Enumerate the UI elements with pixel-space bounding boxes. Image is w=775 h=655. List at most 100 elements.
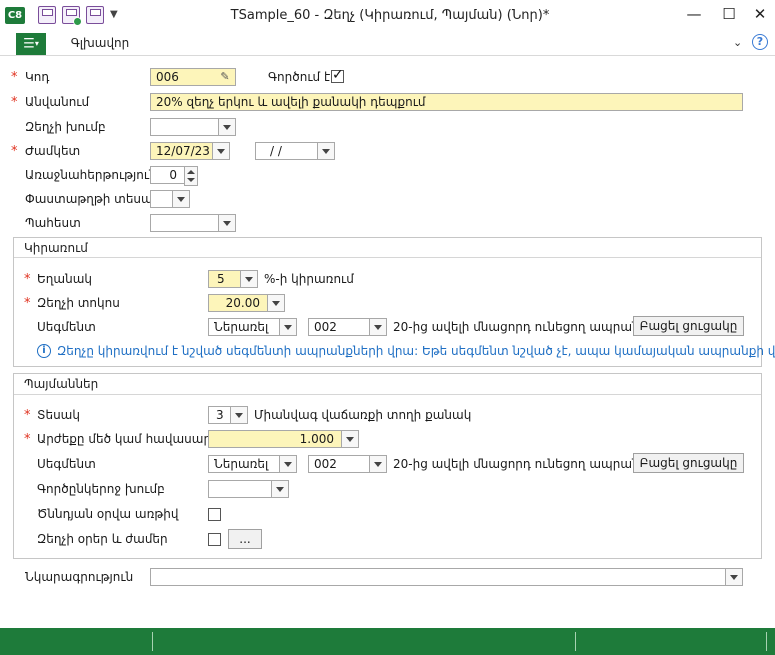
apply-segment-description: 20-ից ավելի մնացորդ ունեցող ապրանքներ <box>393 320 671 334</box>
condition-segment-mode-select[interactable]: Ներառել <box>208 455 297 473</box>
save-and-new-icon[interactable] <box>62 6 82 26</box>
apply-open-list-button[interactable]: Բացել ցուցակը <box>633 316 744 336</box>
status-divider <box>575 632 576 651</box>
partner-group-label: Գործընկերոջ խումբ <box>37 482 165 496</box>
discount-days-checkbox[interactable] <box>208 533 221 546</box>
apply-segment-mode-value: Ներառել <box>214 320 269 334</box>
condition-value-field[interactable]: 1.000 <box>208 430 359 448</box>
active-checkbox[interactable] <box>331 67 344 83</box>
condition-type-value: 3 <box>216 408 224 422</box>
calendar-dropdown-icon[interactable] <box>212 142 230 160</box>
description-label: Նկարագրություն <box>25 570 134 584</box>
condition-segment-code-select[interactable]: 002 <box>308 455 387 473</box>
birthday-checkbox[interactable] <box>208 508 221 521</box>
name-field[interactable]: 20% զեղչ երկու և ավելի քանակի դեպքում <box>150 93 743 111</box>
priority-label: Առաջնահերթություն <box>25 168 157 182</box>
status-bar <box>0 628 775 655</box>
discount-group-select[interactable] <box>150 118 236 136</box>
save-icon[interactable] <box>38 6 56 24</box>
warehouse-label: Պահեստ <box>25 216 81 230</box>
conditions-group-title: Պայմաններ <box>24 377 99 391</box>
apply-group-title: Կիրառում <box>24 241 88 255</box>
date-to-value: / / <box>270 144 282 158</box>
condition-value-value: 1.000 <box>299 432 334 446</box>
condition-segment-label: Սեգմենտ <box>37 457 96 471</box>
condition-type-label: Տեսակ <box>37 408 80 422</box>
tab-main[interactable]: Գլխավոր <box>60 36 140 50</box>
discount-rate-field[interactable]: 20.00 <box>208 294 285 312</box>
condition-segment-code-value: 002 <box>314 457 337 471</box>
discount-rate-label: Զեղչի տոկոս <box>37 296 120 310</box>
method-value: 5 <box>217 272 225 286</box>
condition-type-select[interactable]: 3 <box>208 406 248 424</box>
priority-value: 0 <box>169 168 177 182</box>
divider <box>14 394 761 395</box>
condition-value-label: Արժեքը մեծ կամ հավասար է <box>37 432 222 446</box>
date-from-value: 12/07/23 <box>156 144 210 158</box>
discount-days-button[interactable]: ... <box>228 529 262 549</box>
required-marker: * <box>11 95 18 110</box>
calendar-dropdown-icon[interactable] <box>317 142 335 160</box>
discount-days-label: Զեղչի օրեր և ժամեր <box>37 532 168 546</box>
active-label: Գործում է <box>268 70 331 84</box>
minimize-icon[interactable]: — <box>676 2 712 26</box>
description-field[interactable] <box>150 568 743 586</box>
apply-info-text: Զեղչը կիրառվում է նշված սեգմենտի ապրանքն… <box>57 344 775 358</box>
warehouse-select[interactable] <box>150 214 236 232</box>
apply-segment-mode-select[interactable]: Ներառել <box>208 318 297 336</box>
code-value: 006 <box>156 70 179 84</box>
document-type-select[interactable] <box>150 190 190 208</box>
condition-segment-description: 20-ից ավելի մնացորդ ունեցող ապրանքներ <box>393 457 671 471</box>
name-value: 20% զեղչ երկու և ավելի քանակի դեպքում <box>156 95 426 109</box>
birthday-label: Ծննդյան օրվա առթիվ <box>37 507 179 521</box>
chevron-down-icon[interactable] <box>230 406 248 424</box>
collapse-ribbon-icon[interactable]: ⌄ <box>733 36 742 49</box>
status-divider <box>766 632 767 651</box>
code-field[interactable]: 006 ✎ <box>150 68 236 86</box>
method-description: %-ի կիրառում <box>264 272 354 286</box>
quick-access-dropdown-icon[interactable]: ▼ <box>110 9 118 20</box>
autonumber-wand-icon[interactable]: ✎ <box>217 70 233 84</box>
method-select[interactable]: 5 <box>208 270 258 288</box>
stepper-arrows-icon[interactable] <box>184 166 198 186</box>
chevron-down-icon[interactable] <box>240 270 258 288</box>
chevron-down-icon[interactable] <box>271 480 289 498</box>
help-icon[interactable]: ? <box>752 34 768 50</box>
chevron-down-icon[interactable] <box>369 455 387 473</box>
apply-segment-label: Սեգմենտ <box>37 320 96 334</box>
condition-segment-mode-value: Ներառել <box>214 457 269 471</box>
chevron-down-icon[interactable] <box>369 318 387 336</box>
date-from-field[interactable]: 12/07/23 <box>150 142 230 160</box>
condition-type-description: Միանվագ վաճառքի տողի քանակ <box>254 408 472 422</box>
date-to-field[interactable]: / / <box>255 142 335 160</box>
chevron-down-icon[interactable] <box>279 318 297 336</box>
window-title: TSample_60 - Զեղչ (Կիրառում, Պայման) (Նո… <box>230 8 550 23</box>
discount-rate-value: 20.00 <box>225 296 260 310</box>
condition-open-list-button[interactable]: Բացել ցուցակը <box>633 453 744 473</box>
chevron-down-icon[interactable] <box>279 455 297 473</box>
chevron-down-icon[interactable] <box>341 430 359 448</box>
apply-segment-code-select[interactable]: 002 <box>308 318 387 336</box>
chevron-down-icon[interactable] <box>218 118 236 136</box>
name-label: Անվանում <box>25 95 90 109</box>
info-icon: i <box>37 344 51 358</box>
apply-segment-code-value: 002 <box>314 320 337 334</box>
method-label: Եղանակ <box>37 272 92 286</box>
period-label: Ժամկետ <box>25 144 81 158</box>
required-marker: * <box>24 272 31 287</box>
close-icon[interactable]: ✕ <box>742 2 775 26</box>
discount-group-label: Զեղչի խումբ <box>25 120 106 134</box>
required-marker: * <box>24 296 31 311</box>
partner-group-select[interactable] <box>208 480 289 498</box>
status-divider <box>152 632 153 651</box>
priority-stepper[interactable]: 0 <box>150 166 198 186</box>
chevron-down-icon[interactable] <box>172 190 190 208</box>
required-marker: * <box>11 144 18 159</box>
file-menu-button[interactable]: ☰▾ <box>16 33 46 55</box>
chevron-down-icon[interactable] <box>218 214 236 232</box>
required-marker: * <box>24 432 31 447</box>
required-marker: * <box>11 70 18 85</box>
chevron-down-icon[interactable] <box>267 294 285 312</box>
chevron-down-icon[interactable] <box>725 568 743 586</box>
save-and-close-icon[interactable] <box>86 6 104 24</box>
